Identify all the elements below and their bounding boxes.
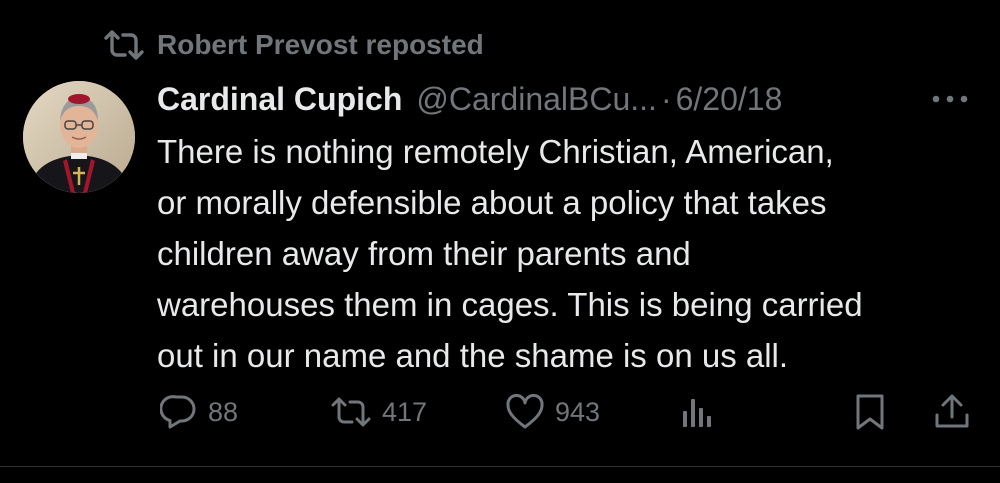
views-button[interactable] — [680, 388, 714, 436]
views-icon — [680, 395, 714, 429]
more-icon — [930, 94, 970, 104]
tweet-header: Cardinal Cupich @CardinalBCu... · 6/20/1… — [157, 78, 782, 120]
separator-dot: · — [660, 80, 672, 117]
repost-icon — [330, 395, 372, 429]
repost-icon — [103, 27, 145, 63]
reply-count: 88 — [208, 396, 239, 427]
share-button[interactable] — [933, 388, 971, 436]
bookmark-icon — [853, 393, 887, 431]
tweet-text-line: or morally defensible about a policy tha… — [157, 184, 827, 221]
tweet-date[interactable]: 6/20/18 — [676, 81, 783, 118]
reply-icon — [160, 393, 198, 431]
author-display-name[interactable]: Cardinal Cupich — [157, 81, 402, 118]
like-count: 943 — [555, 396, 601, 427]
like-icon — [505, 394, 545, 430]
bookmark-button[interactable] — [853, 388, 887, 436]
share-icon — [933, 393, 971, 431]
tweet-text-line: out in our name and the shame is on us a… — [157, 337, 789, 374]
tweet-text-line: warehouses them in cages. This is being … — [157, 286, 863, 323]
tweet-text: There is nothing remotely Christian, Ame… — [157, 126, 987, 381]
more-options-button[interactable] — [928, 84, 972, 114]
repost-context[interactable]: Robert Prevost reposted — [103, 27, 484, 63]
tweet-text-line: children away from their parents and — [157, 235, 691, 272]
avatar[interactable] — [23, 81, 135, 193]
tweet-card[interactable]: Robert Prevost reposted Cardinal Cupich … — [0, 0, 1000, 467]
action-bar: 88 417 943 — [0, 388, 1000, 436]
repost-label: Robert Prevost reposted — [157, 29, 484, 60]
divider — [0, 466, 1000, 467]
reply-button[interactable]: 88 — [160, 388, 238, 436]
tweet-text-line: There is nothing remotely Christian, Ame… — [157, 133, 834, 170]
author-handle[interactable]: @CardinalBCu... — [416, 81, 657, 118]
repost-count: 417 — [382, 396, 428, 427]
like-button[interactable]: 943 — [505, 388, 600, 436]
repost-button[interactable]: 417 — [330, 388, 427, 436]
